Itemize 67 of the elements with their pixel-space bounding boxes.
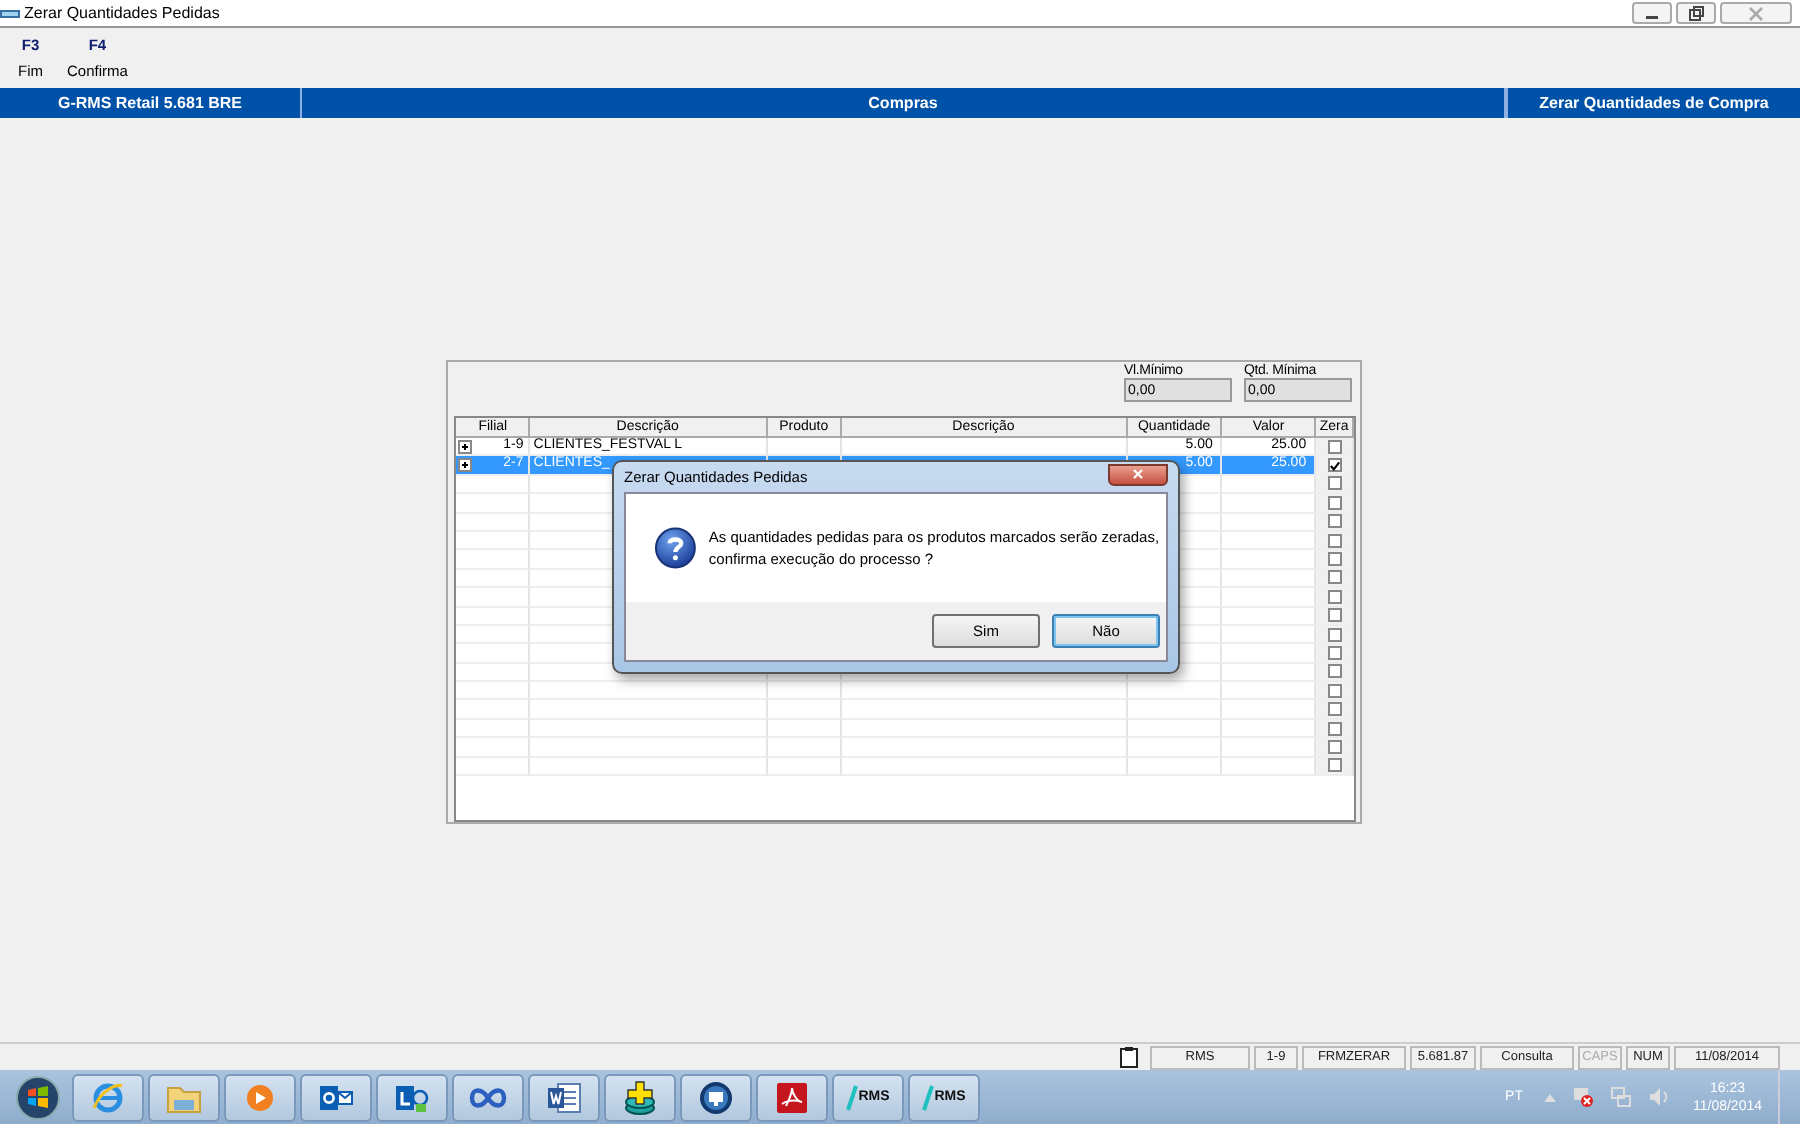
table-cell	[1127, 738, 1223, 758]
close-button[interactable]	[1108, 463, 1168, 485]
table-cell[interactable]	[456, 513, 530, 532]
table-cell[interactable]	[456, 494, 530, 514]
table-cell[interactable]	[456, 607, 530, 626]
pdf-icon[interactable]	[756, 1073, 828, 1121]
checkbox[interactable]	[1327, 533, 1342, 548]
app-icon	[0, 7, 20, 19]
table-cell[interactable]	[456, 531, 530, 551]
slash-icon	[922, 1083, 935, 1111]
table-cell	[1127, 719, 1223, 739]
checkbox[interactable]	[1327, 476, 1342, 491]
checkbox[interactable]	[1327, 645, 1342, 660]
checkbox[interactable]	[1327, 739, 1342, 754]
checkbox[interactable]	[1327, 608, 1342, 623]
messenger-icon[interactable]	[376, 1073, 448, 1121]
table-cell[interactable]	[456, 550, 530, 570]
minimize-button[interactable]	[1632, 2, 1672, 24]
checkbox[interactable]	[1327, 570, 1342, 585]
question-icon	[654, 526, 697, 570]
flag-icon[interactable]	[1572, 1086, 1595, 1108]
checkbox[interactable]	[1327, 683, 1342, 698]
database-add-icon[interactable]	[604, 1073, 676, 1121]
table-cell	[767, 700, 842, 720]
infinity-icon[interactable]	[452, 1073, 524, 1121]
checkbox[interactable]	[1327, 458, 1342, 473]
checkbox[interactable]	[1327, 702, 1342, 717]
close-icon[interactable]	[1748, 5, 1764, 21]
table-cell	[1127, 700, 1223, 720]
checkbox[interactable]	[1327, 514, 1342, 529]
expand-icon[interactable]	[458, 439, 472, 454]
checkbox[interactable]	[1327, 664, 1342, 679]
slash-icon	[846, 1083, 859, 1111]
checkbox[interactable]	[1327, 495, 1342, 510]
table-cell[interactable]	[456, 569, 530, 589]
remote-desktop-icon[interactable]	[680, 1073, 752, 1121]
table-cell	[767, 682, 842, 701]
restore-icon[interactable]	[1688, 5, 1704, 21]
checkbox[interactable]	[1327, 589, 1342, 604]
clipboard-icon	[1120, 1046, 1138, 1068]
table-cell[interactable]	[456, 682, 530, 701]
checkbox[interactable]	[1327, 758, 1342, 773]
checkbox[interactable]	[1327, 721, 1342, 736]
table-cell[interactable]	[456, 700, 530, 720]
table-cell[interactable]	[456, 738, 530, 758]
table-cell[interactable]	[456, 625, 530, 645]
window-title: Zerar Quantidades Pedidas	[24, 4, 220, 22]
table-cell	[767, 757, 842, 777]
mail-icon[interactable]	[300, 1073, 372, 1121]
table-cell[interactable]	[456, 644, 530, 664]
table-cell	[767, 719, 842, 739]
checkbox[interactable]	[1327, 627, 1342, 642]
folder-icon[interactable]	[148, 1073, 220, 1121]
table-cell	[767, 738, 842, 758]
table-cell[interactable]	[456, 719, 530, 739]
table-cell[interactable]	[456, 588, 530, 608]
checkbox[interactable]	[1327, 439, 1342, 454]
browser-icon[interactable]	[72, 1073, 144, 1121]
table-cell[interactable]	[456, 475, 530, 495]
table-cell[interactable]	[456, 757, 530, 777]
table-cell	[1127, 757, 1223, 777]
document-icon[interactable]	[528, 1073, 600, 1121]
table-cell[interactable]	[456, 663, 530, 683]
expand-icon[interactable]	[458, 458, 472, 473]
checkbox[interactable]	[1327, 552, 1342, 567]
table-cell	[1127, 682, 1223, 701]
restore-button[interactable]	[1676, 2, 1716, 24]
